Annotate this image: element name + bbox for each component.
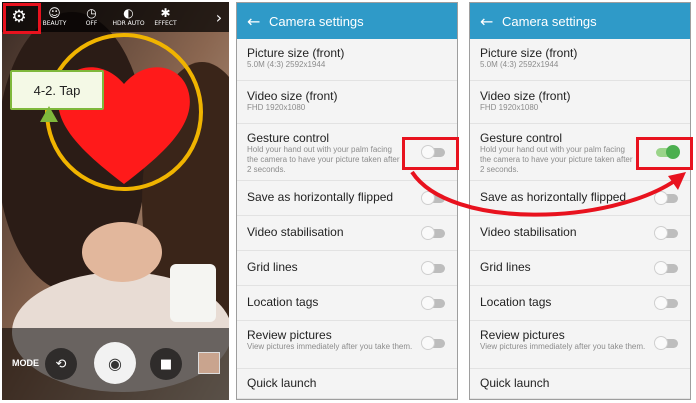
setting-subtitle: 5.0M (4:3) 2592x1944 xyxy=(480,60,559,69)
setting-location-tags[interactable]: Location tags xyxy=(470,286,690,321)
setting-subtitle: 5.0M (4:3) 2592x1944 xyxy=(247,60,326,69)
setting-title: Location tags xyxy=(247,295,319,309)
tutorial-screenshot: ⚙ ☺ BEAUTY ◷ OFF ◐ HDR AUTO ✱ EFFECT › 4… xyxy=(0,0,696,403)
toggle-knob xyxy=(654,261,668,275)
setting-grid-lines[interactable]: Grid lines xyxy=(237,251,457,286)
setting-video-size[interactable]: Video size (front) FHD 1920x1080 xyxy=(237,81,457,124)
toggle-knob xyxy=(421,296,435,310)
setting-title: Save as horizontally flipped xyxy=(247,190,394,204)
beauty-button[interactable]: ☺ BEAUTY xyxy=(36,2,73,32)
review-pictures-toggle[interactable] xyxy=(654,336,678,350)
setting-review-pictures[interactable]: Review pictures View pictures immediatel… xyxy=(470,321,690,369)
more-options-button[interactable]: › xyxy=(209,8,229,27)
beauty-icon: ☺ xyxy=(48,5,61,20)
review-pictures-toggle[interactable] xyxy=(421,336,445,350)
setting-horizontal-flip[interactable]: Save as horizontally flipped xyxy=(470,181,690,216)
camera-icon: ◉ xyxy=(108,353,122,373)
timer-icon: ◷ xyxy=(86,5,97,20)
settings-highlight-box xyxy=(3,3,41,34)
setting-title: Quick launch xyxy=(480,376,550,390)
setting-title: Video stabilisation xyxy=(480,225,577,239)
toggle-knob xyxy=(421,226,435,240)
setting-video-stabilisation[interactable]: Video stabilisation xyxy=(237,216,457,251)
camera-bottom-bar: MODE ⟲ ◉ ■ xyxy=(2,328,229,400)
setting-grid-lines[interactable]: Grid lines xyxy=(470,251,690,286)
setting-horizontal-flip[interactable]: Save as horizontally flipped xyxy=(237,181,457,216)
toggle-knob xyxy=(421,191,435,205)
setting-video-stabilisation[interactable]: Video stabilisation xyxy=(470,216,690,251)
setting-title: Grid lines xyxy=(247,260,298,274)
setting-subtitle: View pictures immediately after you take… xyxy=(480,342,646,351)
setting-title: Review pictures xyxy=(480,328,565,342)
settings-title: Camera settings xyxy=(502,13,597,29)
effect-label: EFFECT xyxy=(154,19,177,27)
record-video-button[interactable]: ■ xyxy=(150,348,182,380)
video-camera-icon: ■ xyxy=(159,356,173,372)
location-tags-toggle[interactable] xyxy=(421,296,445,310)
setting-picture-size[interactable]: Picture size (front) 5.0M (4:3) 2592x194… xyxy=(237,39,457,81)
toggle-knob xyxy=(654,336,668,350)
gallery-thumbnail[interactable] xyxy=(198,352,220,374)
toggle-knob xyxy=(654,226,668,240)
effect-icon: ✱ xyxy=(160,5,171,20)
video-stabilisation-toggle[interactable] xyxy=(654,226,678,240)
settings-title: Camera settings xyxy=(269,13,364,29)
switch-camera-button[interactable]: ⟲ xyxy=(45,348,77,380)
horizontal-flip-toggle[interactable] xyxy=(654,191,678,205)
setting-subtitle: FHD 1920x1080 xyxy=(480,103,539,112)
toggle-knob xyxy=(654,296,668,310)
location-tags-toggle[interactable] xyxy=(654,296,678,310)
toggle-knob xyxy=(421,261,435,275)
setting-title: Video size (front) xyxy=(480,89,571,103)
shutter-button[interactable]: ◉ xyxy=(94,342,136,384)
chevron-right-icon: › xyxy=(215,7,223,27)
setting-subtitle: FHD 1920x1080 xyxy=(247,103,306,112)
toggle-knob xyxy=(654,191,668,205)
back-arrow-icon[interactable]: ← xyxy=(247,12,269,31)
setting-title: Grid lines xyxy=(480,260,531,274)
hdr-icon: ◐ xyxy=(123,5,134,20)
setting-title: Location tags xyxy=(480,295,552,309)
settings-app-bar: ← Camera settings xyxy=(237,3,457,39)
timer-label: OFF xyxy=(85,19,98,27)
camera-settings-after: ← Camera settings Picture size (front) 5… xyxy=(469,2,691,400)
gesture-toggle-highlight-before xyxy=(402,137,459,170)
switch-camera-icon: ⟲ xyxy=(55,356,67,372)
timer-button[interactable]: ◷ OFF xyxy=(73,2,110,32)
video-stabilisation-toggle[interactable] xyxy=(421,226,445,240)
horizontal-flip-toggle[interactable] xyxy=(421,191,445,205)
setting-title: Save as horizontally flipped xyxy=(480,190,627,204)
grid-lines-toggle[interactable] xyxy=(421,261,445,275)
hdr-button[interactable]: ◐ HDR AUTO xyxy=(110,2,147,32)
setting-picture-size[interactable]: Picture size (front) 5.0M (4:3) 2592x194… xyxy=(470,39,690,81)
toggle-knob xyxy=(421,336,435,350)
setting-quick-launch[interactable]: Quick launch xyxy=(470,369,690,399)
setting-title: Video stabilisation xyxy=(247,225,344,239)
tap-callout: 4-2. Tap xyxy=(10,70,104,122)
grid-lines-toggle[interactable] xyxy=(654,261,678,275)
setting-title: Review pictures xyxy=(247,328,332,342)
setting-subtitle: View pictures immediately after you take… xyxy=(247,342,413,351)
setting-title: Picture size (front) xyxy=(247,46,345,60)
setting-title: Picture size (front) xyxy=(480,46,578,60)
mode-button[interactable]: MODE xyxy=(12,358,39,368)
back-arrow-icon[interactable]: ← xyxy=(480,12,502,31)
setting-video-size[interactable]: Video size (front) FHD 1920x1080 xyxy=(470,81,690,124)
setting-title: Quick launch xyxy=(247,376,317,390)
setting-review-pictures[interactable]: Review pictures View pictures immediatel… xyxy=(237,321,457,369)
setting-quick-launch[interactable]: Quick launch xyxy=(237,369,457,399)
callout-pointer xyxy=(40,106,58,122)
effect-button[interactable]: ✱ EFFECT xyxy=(147,2,184,32)
gesture-toggle-highlight-after xyxy=(636,137,693,170)
camera-viewfinder: ⚙ ☺ BEAUTY ◷ OFF ◐ HDR AUTO ✱ EFFECT › 4… xyxy=(2,2,229,400)
callout-text: 4-2. Tap xyxy=(33,82,81,98)
setting-location-tags[interactable]: Location tags xyxy=(237,286,457,321)
hdr-label: HDR AUTO xyxy=(112,19,145,27)
setting-title: Video size (front) xyxy=(247,89,338,103)
settings-app-bar: ← Camera settings xyxy=(470,3,690,39)
beauty-label: BEAUTY xyxy=(42,19,67,27)
camera-settings-before: ← Camera settings Picture size (front) 5… xyxy=(236,2,458,400)
